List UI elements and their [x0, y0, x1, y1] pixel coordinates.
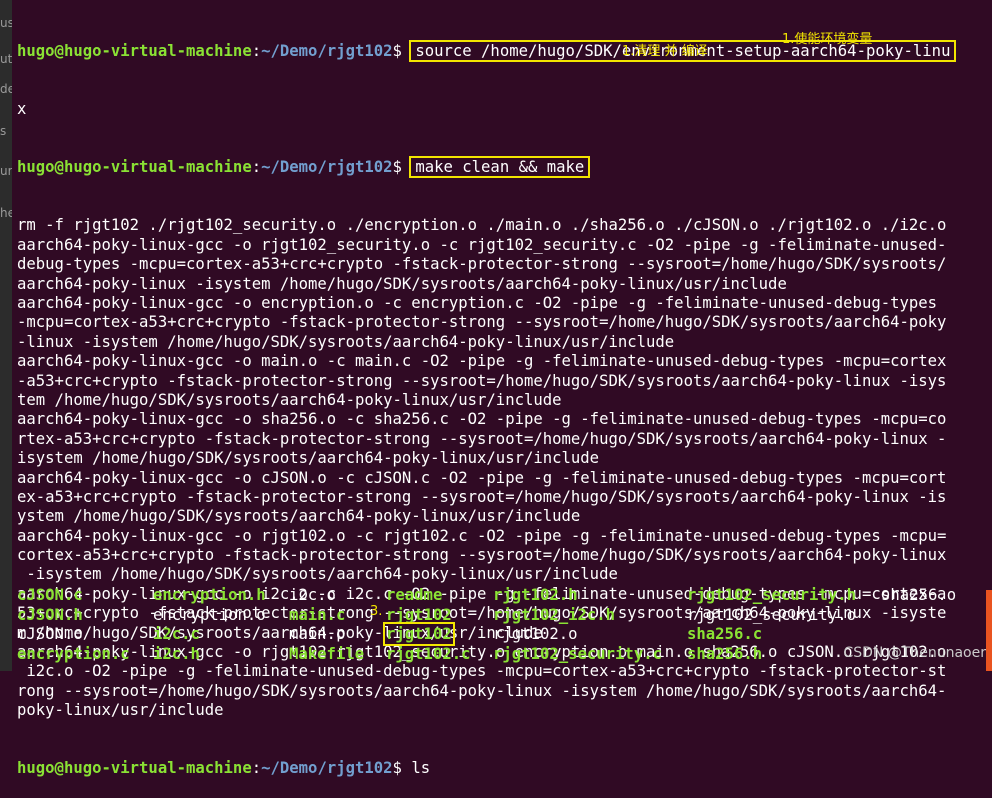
terminal-output[interactable]: hugo@hugo-virtual-machine:~/Demo/rjgt102… — [17, 3, 982, 777]
prompt-symbol: $ — [392, 759, 402, 778]
prompt-user: hugo@hugo-virtual-machine — [17, 41, 252, 60]
ls-entry: sha256.o — [881, 586, 957, 604]
output-line: rong --sysroot=/home/hugo/SDK/sysroots/a… — [17, 681, 947, 700]
side-fragment: de — [0, 82, 12, 96]
watermark: CSDN @Thenunaoer — [843, 645, 986, 661]
scrollbar-thumb[interactable] — [986, 590, 992, 671]
output-line: -isystem /home/hugo/SDK/sysroots/aarch64… — [17, 565, 618, 584]
command-ls: ls — [411, 759, 431, 778]
ls-entry: rjgt102_security.c — [493, 644, 662, 663]
output-line: cortex-a53+crc+crypto -fstack-protector-… — [17, 546, 947, 565]
prompt-symbol: $ — [392, 41, 402, 60]
prompt-path: ~/Demo/rjgt102 — [261, 759, 393, 778]
annotation-env: 1.使能环境变量 — [782, 32, 873, 47]
ls-entry: i2c.o — [289, 586, 336, 604]
output-line: aarch64-poky-linux-gcc -o cJSON.o -c cJS… — [17, 468, 947, 487]
ls-entry: encryption.o — [153, 605, 266, 624]
ls-entry: readme — [386, 586, 443, 604]
ls-entry: rjgt102.o — [493, 625, 578, 643]
prompt-user: hugo@hugo-virtual-machine — [17, 158, 252, 177]
output-line: aarch64-poky-linux-gcc -o sha256.o -c sh… — [17, 410, 947, 429]
output-line: aarch64-poky-linux -isystem /home/hugo/S… — [17, 274, 787, 293]
wrapped-line: x — [17, 100, 27, 119]
output-line: tem /home/hugo/SDK/sysroots/aarch64-poky… — [17, 390, 562, 409]
ls-entry: rjgt102_i2c.h — [493, 605, 616, 624]
ls-entry: rjgt102.c — [386, 644, 471, 663]
ls-entry: sha256.c — [687, 625, 763, 643]
prompt-path: ~/Demo/rjgt102 — [261, 158, 393, 177]
output-line: ystem /home/hugo/SDK/sysroots/aarch64-po… — [17, 507, 581, 526]
prompt-line: hugo@hugo-virtual-machine:~/Demo/rjgt102… — [17, 156, 982, 179]
ls-entry: encryption.c — [17, 644, 130, 663]
prompt-line: hugo@hugo-virtual-machine:~/Demo/rjgt102… — [17, 759, 431, 778]
ls-entry: main.o — [289, 625, 346, 643]
ls-entry: encryption.h — [153, 586, 266, 604]
output-line: ex-a53+crc+crypto -fstack-protector-stro… — [17, 487, 947, 506]
output-line: aarch64-poky-linux-gcc -o rjgt102_securi… — [17, 235, 947, 254]
ls-entry: rjgt102_security.o — [687, 605, 856, 624]
ls-entry: rjgt102_security.h — [687, 586, 856, 604]
background-window-edge: usi ut de s ur he — [0, 0, 12, 671]
ls-entry: i2c.h — [153, 644, 200, 663]
prompt-path: ~/Demo/rjgt102 — [261, 41, 393, 60]
output-line: isystem /home/hugo/SDK/sysroots/aarch64-… — [17, 449, 600, 468]
output-line: -mcpu=cortex-a53+crc+crypto -fstack-prot… — [17, 313, 947, 332]
prompt-user: hugo@hugo-virtual-machine — [17, 759, 252, 778]
ls-entry: rjgt102.h — [493, 586, 578, 604]
ls-entry-binary-highlight: rjgt102 — [383, 622, 455, 646]
side-fragment: s — [0, 124, 7, 138]
output-line: poky-linux/usr/include — [17, 701, 224, 720]
ls-entry: cJSON.o — [17, 625, 83, 643]
ls-entry: sha256.h — [687, 644, 763, 663]
ls-entry: cJSON.c — [17, 586, 83, 604]
output-line: -linux -isystem /home/hugo/SDK/sysroots/… — [17, 332, 675, 351]
side-fragment: ur — [0, 164, 12, 178]
command-make-highlight: make clean && make — [409, 156, 591, 179]
ls-entry: main.c — [289, 605, 346, 624]
output-line: -a53+crc+crypto -fstack-protector-strong… — [17, 371, 947, 390]
output-line: rtex-a53+crc+crypto -fstack-protector-st… — [17, 429, 947, 448]
output-line: aarch64-poky-linux-gcc -o encryption.o -… — [17, 293, 938, 312]
output-line: aarch64-poky-linux-gcc -o rjgt102.o -c r… — [17, 526, 947, 545]
output-line: rm -f rjgt102 ./rjgt102_security.o ./enc… — [17, 216, 947, 235]
side-fragment: usi — [0, 16, 12, 30]
ls-entry: rjgt102 — [386, 605, 452, 624]
output-line: i2c.o -O2 -pipe -g -feliminate-unused-de… — [17, 662, 947, 681]
side-fragment: he — [0, 206, 12, 220]
annotation-binary: 3. — [370, 604, 383, 619]
ls-entry: Makefile — [289, 644, 365, 663]
ls-entry: i2c.c — [153, 625, 200, 643]
side-fragment: ut — [0, 52, 12, 66]
output-line: debug-types -mcpu=cortex-a53+crc+crypto … — [17, 255, 947, 274]
prompt-symbol: $ — [392, 158, 402, 177]
annotation-build: 1.清理 并 编译 — [622, 44, 708, 59]
ls-entry: cJSON.h — [17, 605, 83, 624]
output-line: aarch64-poky-linux-gcc -o main.o -c main… — [17, 352, 947, 371]
